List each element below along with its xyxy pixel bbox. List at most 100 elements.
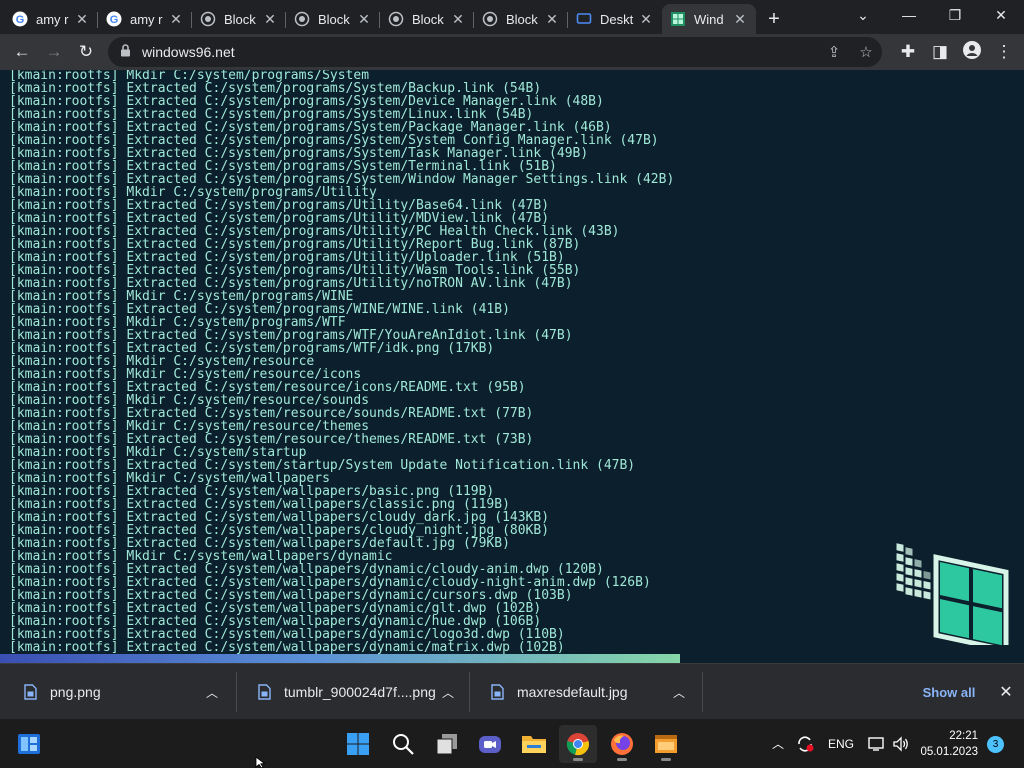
app-taskbar-button[interactable] bbox=[647, 725, 685, 763]
tab-title: amy r bbox=[36, 11, 69, 27]
chrome-taskbar-button[interactable] bbox=[559, 725, 597, 763]
volume-icon[interactable] bbox=[892, 719, 910, 768]
clock-date: 05.01.2023 bbox=[920, 746, 978, 758]
search-button[interactable] bbox=[384, 725, 422, 763]
close-icon: ✕ bbox=[999, 684, 1013, 701]
kebab-menu-icon: ⋮ bbox=[995, 42, 1013, 61]
divider bbox=[469, 672, 470, 712]
tab-6[interactable]: Block ✕ bbox=[474, 4, 568, 34]
close-window-button[interactable]: ✕ bbox=[978, 0, 1024, 30]
network-icon[interactable] bbox=[868, 719, 886, 768]
sync-status-icon[interactable] bbox=[796, 719, 814, 768]
tab-title: Wind bbox=[694, 11, 724, 27]
input-language-indicator[interactable]: ENG bbox=[828, 719, 854, 768]
restore-button[interactable]: ❐ bbox=[932, 0, 978, 30]
mouse-cursor-icon bbox=[255, 757, 266, 768]
plus-icon: + bbox=[768, 7, 780, 30]
image-file-icon bbox=[489, 683, 505, 701]
profile-button[interactable] bbox=[956, 36, 988, 68]
download-item-2[interactable]: tumblr_900024d7f....png ︿ bbox=[256, 664, 464, 720]
new-tab-button[interactable]: + bbox=[756, 4, 792, 34]
file-explorer-button[interactable] bbox=[515, 725, 553, 763]
address-bar[interactable]: windows96.net ⇪ ☆ bbox=[108, 37, 882, 67]
firefox-icon bbox=[611, 733, 633, 755]
tab-close-icon[interactable]: ✕ bbox=[262, 11, 278, 27]
tab-1[interactable]: G amy r ✕ bbox=[4, 4, 98, 34]
tab-close-icon[interactable]: ✕ bbox=[168, 11, 184, 27]
tab-title: Block bbox=[412, 11, 444, 27]
url-text: windows96.net bbox=[142, 44, 235, 60]
forward-button[interactable]: → bbox=[38, 36, 70, 68]
share-icon[interactable]: ⇪ bbox=[818, 43, 850, 61]
app-window-icon bbox=[655, 735, 677, 753]
svg-text:G: G bbox=[110, 14, 119, 26]
tab-3[interactable]: Block ✕ bbox=[192, 4, 286, 34]
tab-5[interactable]: Block ✕ bbox=[380, 4, 474, 34]
progress-fill bbox=[0, 654, 680, 663]
side-panel-button[interactable]: ◨ bbox=[924, 36, 956, 68]
tab-title: Block bbox=[318, 11, 350, 27]
tab-title: amy r bbox=[130, 11, 163, 27]
widgets-button[interactable] bbox=[10, 725, 48, 763]
tab-2[interactable]: G amy r ✕ bbox=[98, 4, 192, 34]
start-button[interactable] bbox=[339, 725, 377, 763]
restore-icon: ❐ bbox=[948, 6, 962, 23]
globe-icon bbox=[200, 11, 216, 27]
tab-7[interactable]: Deskt ✕ bbox=[568, 4, 662, 34]
windows96-logo-icon bbox=[895, 542, 1009, 645]
chrome-icon bbox=[566, 733, 589, 756]
chevron-up-icon[interactable]: ︿ bbox=[206, 684, 218, 701]
download-item-3[interactable]: maxresdefault.jpg ︿ bbox=[489, 664, 695, 720]
minimize-button[interactable]: — bbox=[886, 0, 932, 30]
google-g-icon: G bbox=[106, 11, 122, 27]
tab-title: Block bbox=[224, 11, 256, 27]
tab-close-icon[interactable]: ✕ bbox=[356, 11, 372, 27]
image-file-icon bbox=[22, 683, 38, 701]
download-filename: tumblr_900024d7f....png bbox=[284, 684, 436, 700]
chevron-up-icon[interactable]: ︿ bbox=[673, 684, 685, 701]
task-view-button[interactable] bbox=[428, 725, 466, 763]
globe-icon bbox=[294, 11, 310, 27]
tab-title: Deskt bbox=[600, 11, 634, 27]
tab-4[interactable]: Block ✕ bbox=[286, 4, 380, 34]
firefox-taskbar-button[interactable] bbox=[603, 725, 641, 763]
tab-close-icon[interactable]: ✕ bbox=[638, 11, 654, 27]
boot-progress-bar bbox=[0, 654, 1024, 663]
menu-button[interactable]: ⋮ bbox=[988, 36, 1020, 68]
tab-8-active[interactable]: Wind ✕ bbox=[662, 4, 756, 34]
tab-close-icon[interactable]: ✕ bbox=[450, 11, 466, 27]
chevron-up-icon[interactable]: ︿ bbox=[442, 684, 454, 701]
boot-terminal: [kmain:rootfs] Mkdir C:/system/programs/… bbox=[0, 70, 1024, 654]
show-all-downloads-button[interactable]: Show all bbox=[912, 678, 986, 706]
download-item-1[interactable]: png.png ︿ bbox=[22, 664, 228, 720]
video-chat-icon bbox=[479, 736, 501, 753]
divider bbox=[236, 672, 237, 712]
close-download-shelf-button[interactable]: ✕ bbox=[994, 678, 1018, 706]
arrow-left-icon: ← bbox=[13, 42, 31, 61]
reload-icon: ↻ bbox=[78, 42, 94, 61]
download-shelf: png.png ︿ tumblr_900024d7f....png ︿ maxr… bbox=[0, 663, 1024, 719]
clock-time: 22:21 bbox=[949, 730, 978, 742]
system-clock[interactable]: 22:21 05.01.2023 bbox=[916, 728, 978, 760]
tab-close-icon[interactable]: ✕ bbox=[732, 11, 748, 27]
tab-search-button[interactable]: ⌄ bbox=[840, 0, 886, 30]
teams-chat-button[interactable] bbox=[471, 725, 509, 763]
tab-close-icon[interactable]: ✕ bbox=[74, 11, 90, 27]
windows-taskbar: ︿ ENG 22:21 05.01.2023 bbox=[0, 719, 1024, 768]
puzzle-icon: ✚ bbox=[900, 42, 916, 61]
show-hidden-icons-button[interactable]: ︿ bbox=[772, 719, 788, 768]
globe-icon bbox=[482, 11, 498, 27]
bookmark-star-icon[interactable]: ☆ bbox=[850, 43, 882, 61]
chevron-up-icon: ︿ bbox=[772, 737, 785, 751]
extensions-button[interactable]: ✚ bbox=[892, 36, 924, 68]
download-filename: png.png bbox=[50, 684, 101, 700]
image-file-icon bbox=[256, 683, 272, 701]
tab-close-icon[interactable]: ✕ bbox=[544, 11, 560, 27]
google-g-icon: G bbox=[12, 11, 28, 27]
widgets-icon bbox=[18, 734, 40, 754]
close-icon: ✕ bbox=[995, 6, 1007, 23]
reload-button[interactable]: ↻ bbox=[70, 36, 102, 68]
notification-count-badge[interactable]: 3 bbox=[987, 736, 1004, 753]
user-avatar-icon bbox=[963, 40, 981, 64]
back-button[interactable]: ← bbox=[6, 36, 38, 68]
